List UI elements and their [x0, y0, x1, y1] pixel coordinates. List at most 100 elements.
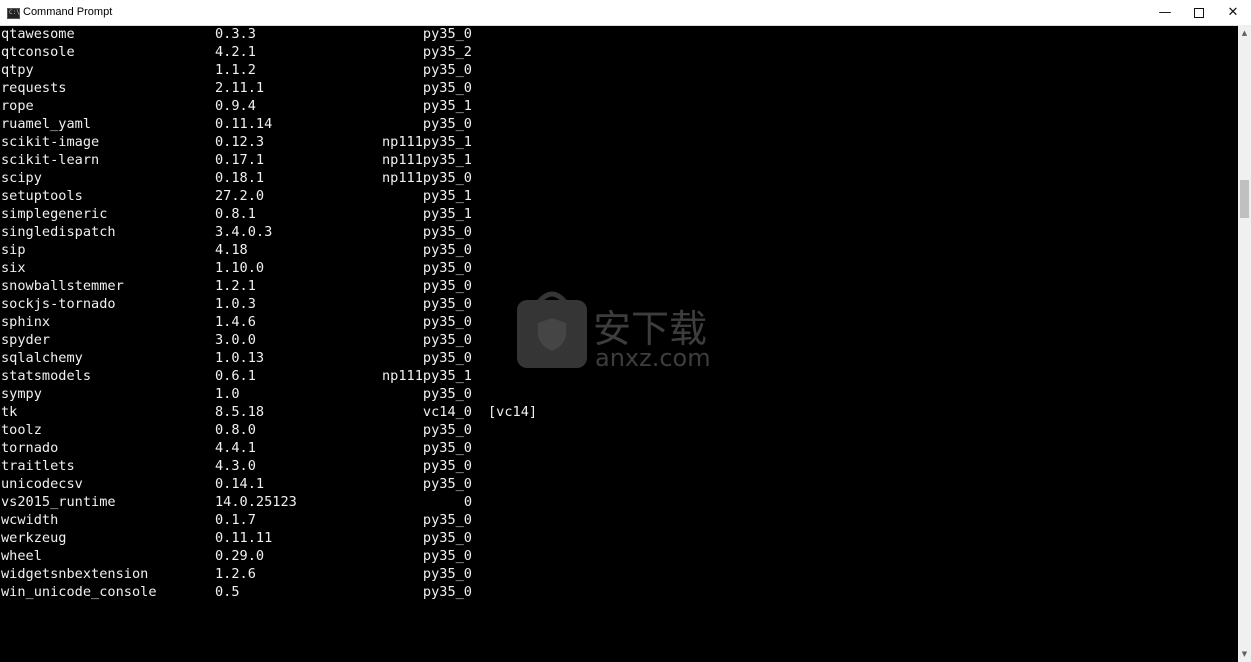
package-build: np111py35_1 [381, 152, 472, 168]
package-build: py35_0 [422, 314, 472, 330]
package-row: win_unicode_console 0.5 py35_0 [0, 583, 1238, 601]
package-name: tornado [1, 440, 59, 456]
package-version: 0.8.0 [215, 422, 256, 438]
maximize-icon [1194, 7, 1204, 18]
package-name: statsmodels [1, 368, 92, 384]
package-version: 0.8.1 [215, 206, 256, 222]
package-name: qtpy [1, 62, 34, 78]
package-name: sympy [1, 386, 42, 402]
package-row: sympy 1.0 py35_0 [0, 385, 1238, 403]
package-build: py35_0 [422, 80, 472, 96]
watermark-logo: 安下载 anxz.com [517, 290, 737, 374]
package-version: 1.0.3 [215, 296, 256, 312]
package-name: sockjs-tornado [1, 296, 116, 312]
package-row: setuptools 27.2.0 py35_1 [0, 187, 1238, 205]
package-build: py35_1 [422, 98, 472, 114]
package-name: spyder [1, 332, 51, 348]
package-version: 0.14.1 [215, 476, 265, 492]
package-name: vs2015_runtime [1, 494, 116, 510]
minimize-button[interactable]: — [1146, 0, 1184, 25]
package-name: six [1, 260, 26, 276]
vertical-scrollbar[interactable]: ▲ ▼ [1238, 25, 1251, 662]
package-name: qtawesome [1, 26, 75, 42]
package-name: sqlalchemy [1, 350, 83, 366]
package-build: py35_0 [422, 440, 472, 456]
cmd-icon[interactable]: C:\ [7, 8, 20, 19]
package-build: py35_1 [422, 188, 472, 204]
package-name: ruamel_yaml [1, 116, 92, 132]
package-version: 0.9.4 [215, 98, 256, 114]
package-row: werkzeug 0.11.11 py35_0 [0, 529, 1238, 547]
package-build: py35_0 [422, 332, 472, 348]
package-version: 1.0 [215, 386, 240, 402]
package-version: 0.12.3 [215, 134, 265, 150]
scrollbar-thumb[interactable] [1240, 180, 1249, 218]
package-version: 0.5 [215, 584, 240, 600]
package-build: py35_0 [422, 458, 472, 474]
package-name: setuptools [1, 188, 83, 204]
package-row: wcwidth 0.1.7 py35_0 [0, 511, 1238, 529]
package-row: six 1.10.0 py35_0 [0, 259, 1238, 277]
package-version: 14.0.25123 [215, 494, 297, 510]
package-build: py35_0 [422, 278, 472, 294]
package-build: np111py35_1 [381, 368, 472, 384]
package-name: scipy [1, 170, 42, 186]
watermark-sub: anxz.com [595, 344, 711, 370]
package-row: wheel 0.29.0 py35_0 [0, 547, 1238, 565]
package-build: 0 [463, 494, 472, 510]
package-build: py35_0 [422, 350, 472, 366]
package-version: 0.3.3 [215, 26, 256, 42]
window-title: Command Prompt [23, 6, 113, 18]
package-row: sip 4.18 py35_0 [0, 241, 1238, 259]
package-build: py35_1 [422, 206, 472, 222]
title-bar: C:\ Command Prompt — ✕ [0, 0, 1251, 26]
package-name: scikit-image [1, 134, 100, 150]
package-name: unicodecsv [1, 476, 83, 492]
package-version: 3.0.0 [215, 332, 256, 348]
package-name: wcwidth [1, 512, 59, 528]
package-name: rope [1, 98, 34, 114]
scroll-up-icon[interactable]: ▲ [1238, 29, 1251, 37]
package-build: vc14_0 [422, 404, 472, 420]
package-name: werkzeug [1, 530, 67, 546]
package-version: 2.11.1 [215, 80, 265, 96]
package-version: 1.2.6 [215, 566, 256, 582]
package-name: sphinx [1, 314, 51, 330]
close-button[interactable]: ✕ [1214, 0, 1251, 25]
package-name: widgetsnbextension [1, 566, 149, 582]
package-version: 1.4.6 [215, 314, 256, 330]
package-build: py35_0 [422, 62, 472, 78]
package-row: qtconsole 4.2.1 py35_2 [0, 43, 1238, 61]
package-version: 4.4.1 [215, 440, 256, 456]
package-version: 4.3.0 [215, 458, 256, 474]
package-version: 1.1.2 [215, 62, 256, 78]
maximize-button[interactable] [1180, 0, 1218, 25]
package-row: requests 2.11.1 py35_0 [0, 79, 1238, 97]
package-version: 27.2.0 [215, 188, 265, 204]
package-version: 1.0.13 [215, 350, 265, 366]
package-row: widgetsnbextension 1.2.6 py35_0 [0, 565, 1238, 583]
package-version: 1.2.1 [215, 278, 256, 294]
package-name: snowballstemmer [1, 278, 124, 294]
package-name: wheel [1, 548, 42, 564]
scroll-down-icon[interactable]: ▼ [1238, 650, 1251, 658]
package-version: 0.29.0 [215, 548, 265, 564]
package-row: rope 0.9.4 py35_1 [0, 97, 1238, 115]
package-build: py35_0 [422, 296, 472, 312]
package-row: ruamel_yaml 0.11.14 py35_0 [0, 115, 1238, 133]
package-build: py35_0 [422, 566, 472, 582]
close-icon: ✕ [1227, 5, 1239, 20]
package-name: qtconsole [1, 44, 75, 60]
package-version: 4.18 [215, 242, 248, 258]
package-build: py35_0 [422, 26, 472, 42]
package-build: py35_2 [422, 44, 472, 60]
package-row: scikit-learn 0.17.1 np111py35_1 [0, 151, 1238, 169]
package-build: py35_0 [422, 512, 472, 528]
package-name: sip [1, 242, 26, 258]
package-name: toolz [1, 422, 42, 438]
minimize-icon: — [1158, 5, 1172, 20]
package-build: py35_0 [422, 584, 472, 600]
package-row: tornado 4.4.1 py35_0 [0, 439, 1238, 457]
package-build: py35_0 [422, 224, 472, 240]
package-build: py35_0 [422, 476, 472, 492]
